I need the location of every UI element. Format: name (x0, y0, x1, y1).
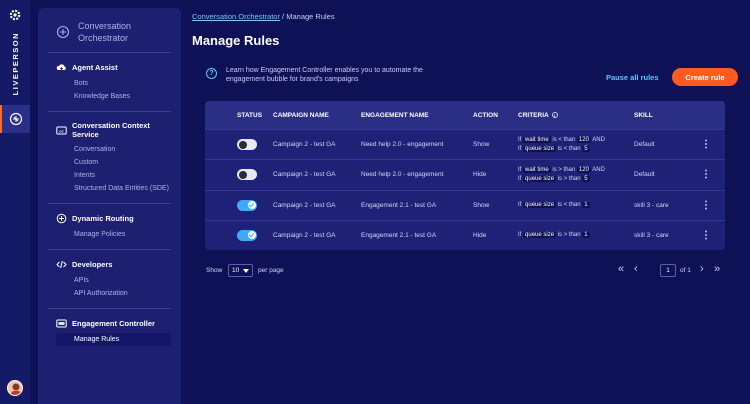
last-page-icon[interactable]: » (714, 263, 720, 275)
sidebar-section-title: Dynamic Routing (56, 213, 171, 224)
status-toggle[interactable] (237, 199, 257, 211)
sidebar-section-engagement-controller: Engagement Controller Manage Rules (48, 309, 171, 354)
sidebar-section-dynamic-routing: Dynamic Routing Manage Policies (48, 204, 171, 250)
campaign-name: Campaign 2 - test GA (273, 201, 336, 209)
pagination: Show 10 per page « ‹ 1 of 1 › » (206, 263, 726, 278)
sidebar: Conversation Orchestrator Agent Assist B… (38, 8, 181, 404)
sidebar-section-title: Agent Assist (56, 62, 171, 73)
per-page-select[interactable]: 10 (228, 264, 253, 277)
next-page-icon[interactable]: › (700, 263, 704, 275)
help-icon: ? (206, 68, 217, 79)
info-icon[interactable]: i (551, 112, 558, 118)
sidebar-item-custom[interactable]: Custom (56, 156, 171, 169)
sidebar-item-intents[interactable]: Intents (56, 169, 171, 182)
kebab-menu-icon[interactable]: ⋮ (696, 230, 716, 241)
brain-icon (56, 213, 67, 224)
rules-table: STATUS CAMPAIGN NAME ENGAGEMENT NAME ACT… (205, 101, 725, 250)
header-engagement: ENGAGEMENT NAME (361, 111, 429, 119)
engagement-name: Need help 2.0 - engagement (361, 141, 444, 149)
first-page-icon[interactable]: « (618, 263, 624, 275)
table-row: Campaign 2 - test GA Engagement 2.1 - te… (205, 189, 725, 220)
skill: skill 3 - care (634, 201, 669, 209)
criteria: If queue size is < than 1 (518, 201, 590, 208)
header-action: ACTION (473, 111, 498, 119)
create-rule-button[interactable]: Create rule (672, 68, 738, 86)
code-icon (56, 259, 67, 270)
svg-text:cc: cc (59, 128, 64, 133)
status-toggle[interactable] (237, 229, 257, 241)
table-row: Campaign 2 - test GA Need help 2.0 - eng… (205, 129, 725, 159)
sidebar-section-title: Developers (56, 259, 171, 270)
campaign-name: Campaign 2 - test GA (273, 171, 336, 179)
sidebar-title: Conversation Orchestrator (78, 21, 132, 43)
breadcrumb-link[interactable]: Conversation Orchestrator (192, 12, 280, 21)
show-label: Show (206, 267, 223, 274)
ec-icon (56, 318, 67, 329)
action: Show (473, 141, 490, 149)
status-toggle[interactable] (237, 139, 257, 151)
sidebar-item-knowledge-bases[interactable]: Knowledge Bases (56, 90, 171, 103)
brain-icon (9, 113, 23, 126)
skill: Default (634, 171, 655, 179)
sidebar-item-api-authorization[interactable]: API Authorization (56, 287, 171, 300)
breadcrumb: Conversation Orchestrator / Manage Rules (192, 12, 335, 21)
criteria: If queue size is > than 1 (518, 231, 590, 238)
sidebar-section-agent-assist: Agent Assist Bots Knowledge Bases (48, 53, 171, 112)
page-count: of 1 (680, 267, 691, 274)
sidebar-section-title: cc Conversation Context Service (56, 121, 171, 139)
table-row: Campaign 2 - test GA Need help 2.0 - eng… (205, 159, 725, 189)
kebab-menu-icon[interactable]: ⋮ (696, 139, 716, 150)
gear-icon[interactable] (8, 8, 22, 22)
engagement-name: Engagement 2.1 - test GA (361, 201, 437, 209)
sidebar-header: Conversation Orchestrator (48, 8, 171, 53)
chevron-down-icon (243, 268, 249, 273)
action: Show (473, 201, 490, 209)
sidebar-item-manage-rules[interactable]: Manage Rules (56, 333, 171, 346)
kebab-menu-icon[interactable]: ⋮ (696, 169, 716, 180)
table-row: Campaign 2 - test GA Engagement 2.1 - te… (205, 219, 725, 250)
main-content: Conversation Orchestrator / Manage Rules… (192, 0, 750, 404)
pause-all-rules-button[interactable]: Pause all rules (606, 73, 659, 82)
header-status: STATUS (237, 111, 263, 119)
sidebar-section-context-service: cc Conversation Context Service Conversa… (48, 112, 171, 204)
campaign-name: Campaign 2 - test GA (273, 231, 336, 239)
info-banner: ? Learn how Engagement Controller enable… (204, 64, 738, 90)
campaign-name: Campaign 2 - test GA (273, 141, 336, 149)
skill: Default (634, 141, 655, 149)
cc-icon: cc (56, 125, 67, 136)
action: Hide (473, 231, 487, 239)
orchestrator-app-button[interactable] (0, 105, 30, 134)
brand-logo: LIVEPERSON (10, 32, 20, 96)
status-toggle[interactable] (237, 169, 257, 181)
sidebar-item-bots[interactable]: Bots (56, 77, 171, 90)
criteria: If wait time is > than 120 AND If queue … (518, 166, 605, 182)
header-skill: SKILL (634, 111, 653, 119)
page-input[interactable]: 1 (660, 264, 676, 277)
brain-icon (56, 25, 70, 39)
breadcrumb-separator: / (282, 12, 285, 21)
per-page-label: per page (258, 267, 284, 274)
page-title: Manage Rules (192, 33, 280, 48)
prev-page-icon[interactable]: ‹ (634, 263, 638, 275)
sidebar-section-title: Engagement Controller (56, 318, 171, 329)
sidebar-item-conversation[interactable]: Conversation (56, 143, 171, 156)
action: Hide (473, 171, 487, 179)
avatar[interactable] (7, 380, 23, 396)
criteria: If wait time is < than 120 AND If queue … (518, 136, 605, 152)
cloud-upload-icon (56, 62, 67, 73)
header-campaign: CAMPAIGN NAME (273, 111, 329, 119)
sidebar-item-apis[interactable]: APIs (56, 274, 171, 287)
engagement-name: Engagement 2.1 - test GA (361, 231, 437, 239)
table-header: STATUS CAMPAIGN NAME ENGAGEMENT NAME ACT… (205, 101, 725, 129)
header-criteria: CRITERIA i (518, 112, 634, 119)
sidebar-item-manage-policies[interactable]: Manage Policies (56, 228, 171, 241)
sidebar-section-developers: Developers APIs API Authorization (48, 250, 171, 309)
engagement-name: Need help 2.0 - engagement (361, 171, 444, 179)
app-rail: LIVEPERSON (0, 0, 30, 404)
skill: skill 3 - care (634, 231, 669, 239)
sidebar-item-sde[interactable]: Structured Data Entities (SDE) (56, 182, 171, 195)
breadcrumb-current: Manage Rules (286, 12, 335, 21)
info-text: Learn how Engagement Controller enables … (226, 67, 423, 83)
kebab-menu-icon[interactable]: ⋮ (696, 200, 716, 211)
